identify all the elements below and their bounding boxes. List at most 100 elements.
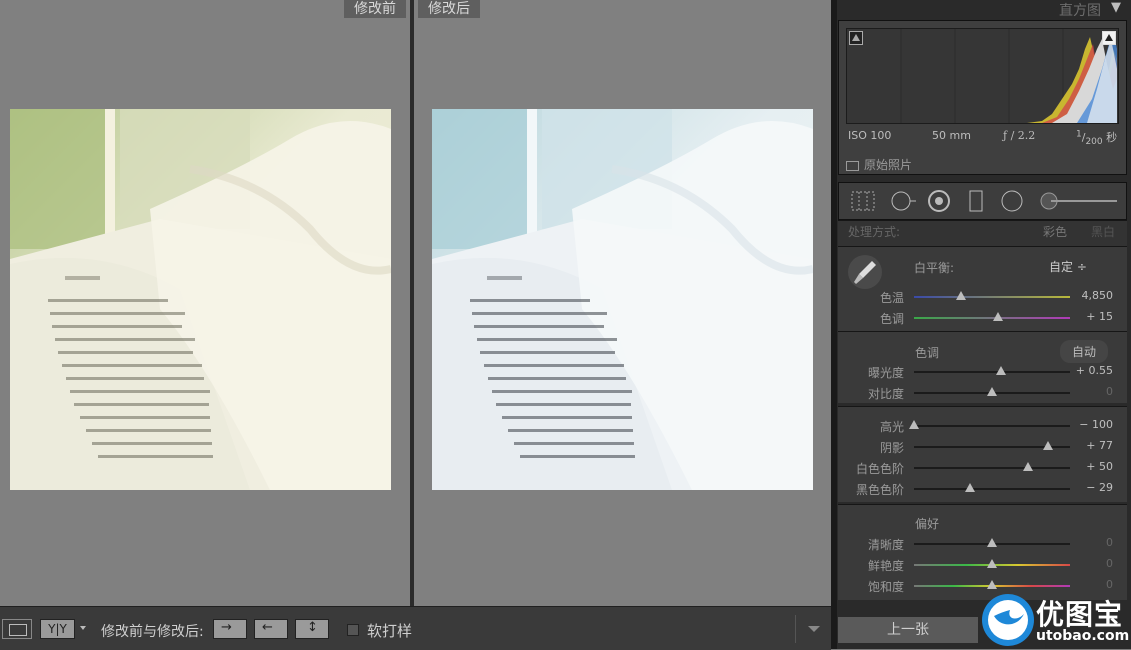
compare-label: 修改前与修改后: xyxy=(101,624,204,640)
logo-text: 优图宝 xyxy=(1036,598,1124,631)
highlights-thumb[interactable] xyxy=(909,420,919,429)
exposure-slider[interactable] xyxy=(914,371,1070,373)
exif-shutter: 1/200 秒 xyxy=(1076,129,1118,148)
presence-title: 偏好 xyxy=(915,517,940,531)
exposure-label: 曝光度 xyxy=(867,366,904,380)
presence-section: 偏好 清晰度 0 鲜艳度 0 饱和度 0 xyxy=(838,504,1127,600)
soft-proof-checkbox[interactable] xyxy=(347,624,359,636)
tone-title: 色调 xyxy=(915,346,940,360)
toolbar-menu-button[interactable] xyxy=(795,615,830,643)
temp-slider[interactable] xyxy=(914,296,1070,298)
white-balance-section: 白平衡: 自定 ÷ 色温 4,850 色调 + 15 xyxy=(838,246,1127,331)
treatment-bw-option[interactable]: 黑白 xyxy=(1091,223,1115,240)
vibrance-label: 鲜艳度 xyxy=(867,559,904,573)
contrast-thumb[interactable] xyxy=(987,387,997,396)
highlight-clipping-button[interactable] xyxy=(1102,31,1116,45)
shadows-thumb[interactable] xyxy=(1043,441,1054,450)
temp-label: 色温 xyxy=(879,291,904,305)
soft-proof-label: 软打样 xyxy=(367,622,413,640)
vibrance-thumb[interactable] xyxy=(987,559,997,568)
panel-edge xyxy=(831,0,837,649)
triangle-down-icon[interactable]: ▼ xyxy=(1111,0,1121,15)
eyedropper-icon[interactable] xyxy=(848,255,882,289)
blacks-slider[interactable] xyxy=(914,488,1070,490)
rectangle-icon xyxy=(9,624,27,636)
wb-label: 白平衡: xyxy=(914,261,955,275)
temp-value[interactable]: 4,850 xyxy=(1073,289,1114,302)
spot-removal-icon[interactable] xyxy=(891,191,916,211)
arrow-left-icon: ← xyxy=(262,620,273,635)
swap-settings-button[interactable]: ↕ xyxy=(295,619,329,639)
copy-before-to-after-button[interactable]: → xyxy=(213,619,247,639)
site-logo: 优图宝 utobao.com xyxy=(978,590,1131,649)
contrast-value[interactable]: 0 xyxy=(1073,385,1113,398)
blacks-thumb[interactable] xyxy=(965,483,976,492)
tool-strip xyxy=(838,182,1127,220)
shadows-value[interactable]: + 77 xyxy=(1073,439,1113,452)
after-label: 修改后 xyxy=(418,0,480,18)
highlights-label: 高光 xyxy=(879,420,904,434)
tone-section: 色调 自动 曝光度 + 0.55 对比度 0 xyxy=(838,331,1127,403)
before-label: 修改前 xyxy=(344,0,406,18)
tint-value[interactable]: + 15 xyxy=(1073,310,1113,323)
loupe-view-button[interactable] xyxy=(2,619,32,639)
checkbox-icon xyxy=(846,160,859,171)
exif-aperture: ƒ / 2.2 xyxy=(1003,129,1036,142)
radial-filter-icon[interactable] xyxy=(1001,190,1023,212)
triangle-up-icon xyxy=(1105,34,1113,41)
tint-thumb[interactable] xyxy=(993,312,1004,321)
before-after-view-button[interactable]: Y|Y xyxy=(40,619,75,639)
treatment-label: 处理方式: xyxy=(848,225,901,239)
exif-focal: 50 mm xyxy=(932,129,971,142)
saturation-thumb[interactable] xyxy=(987,580,997,589)
whites-slider[interactable] xyxy=(914,467,1070,469)
swap-vertical-icon: ↕ xyxy=(307,620,318,635)
tint-slider[interactable] xyxy=(914,317,1070,319)
whites-label: 白色色阶 xyxy=(855,462,904,476)
highlights-slider[interactable] xyxy=(914,425,1070,427)
treatment-row: 处理方式: 彩色 黑白 xyxy=(838,220,1127,246)
clarity-value[interactable]: 0 xyxy=(1073,536,1113,549)
histogram[interactable] xyxy=(846,28,1119,124)
crop-overlay-icon[interactable] xyxy=(851,191,875,211)
shadow-clipping-button[interactable] xyxy=(849,31,863,45)
wb-preset-select[interactable]: 自定 ÷ xyxy=(1049,258,1087,275)
clarity-thumb[interactable] xyxy=(987,538,997,547)
original-photo-toggle[interactable]: 原始照片 xyxy=(846,156,912,173)
tone-auto-button[interactable]: 自动 xyxy=(1060,340,1109,363)
chevron-down-icon[interactable] xyxy=(80,626,86,630)
whites-thumb[interactable] xyxy=(1022,462,1033,471)
after-pane: 修改后 xyxy=(414,0,831,606)
saturation-label: 饱和度 xyxy=(867,580,904,594)
triangle-up-icon xyxy=(852,34,860,41)
exposure-thumb[interactable] xyxy=(995,366,1006,375)
chevron-down-icon xyxy=(808,626,820,632)
temp-thumb[interactable] xyxy=(955,291,966,300)
exposure-value[interactable]: + 0.55 xyxy=(1073,364,1113,377)
clarity-label: 清晰度 xyxy=(867,538,904,552)
logo-url: utobao.com xyxy=(1036,628,1130,644)
exif-iso: ISO 100 xyxy=(848,129,892,142)
copy-after-to-before-button[interactable]: ← xyxy=(254,619,288,639)
blacks-label: 黑色色阶 xyxy=(855,483,904,497)
compare-viewer: 修改前 修改后 xyxy=(0,0,831,606)
graduated-filter-icon[interactable] xyxy=(969,190,983,212)
tint-label: 色调 xyxy=(879,312,904,326)
arrow-right-icon: → xyxy=(221,620,232,635)
highlights-value[interactable]: − 100 xyxy=(1073,418,1113,431)
previous-button[interactable]: 上一张 xyxy=(838,617,978,643)
shadows-label: 阴影 xyxy=(879,441,904,455)
tone-detail-section: 高光 − 100 阴影 + 77 白色色阶 + 50 黑色色阶 − 29 xyxy=(838,406,1127,502)
histogram-title: 直方图 xyxy=(1059,3,1101,19)
red-eye-icon[interactable] xyxy=(928,190,950,212)
blacks-value[interactable]: − 29 xyxy=(1073,481,1113,494)
before-pane: 修改前 xyxy=(0,0,410,606)
treatment-color-option[interactable]: 彩色 xyxy=(1043,223,1067,240)
before-photo[interactable] xyxy=(10,109,391,490)
whites-value[interactable]: + 50 xyxy=(1073,460,1113,473)
bottom-toolbar: Y|Y 修改前与修改后: → ← ↕ 软打样 xyxy=(0,606,831,650)
after-photo[interactable] xyxy=(432,109,813,490)
vibrance-value[interactable]: 0 xyxy=(1073,557,1113,570)
histogram-header[interactable]: 直方图 ▼ xyxy=(838,0,1131,20)
adjustment-brush-icon[interactable] xyxy=(1040,192,1117,210)
